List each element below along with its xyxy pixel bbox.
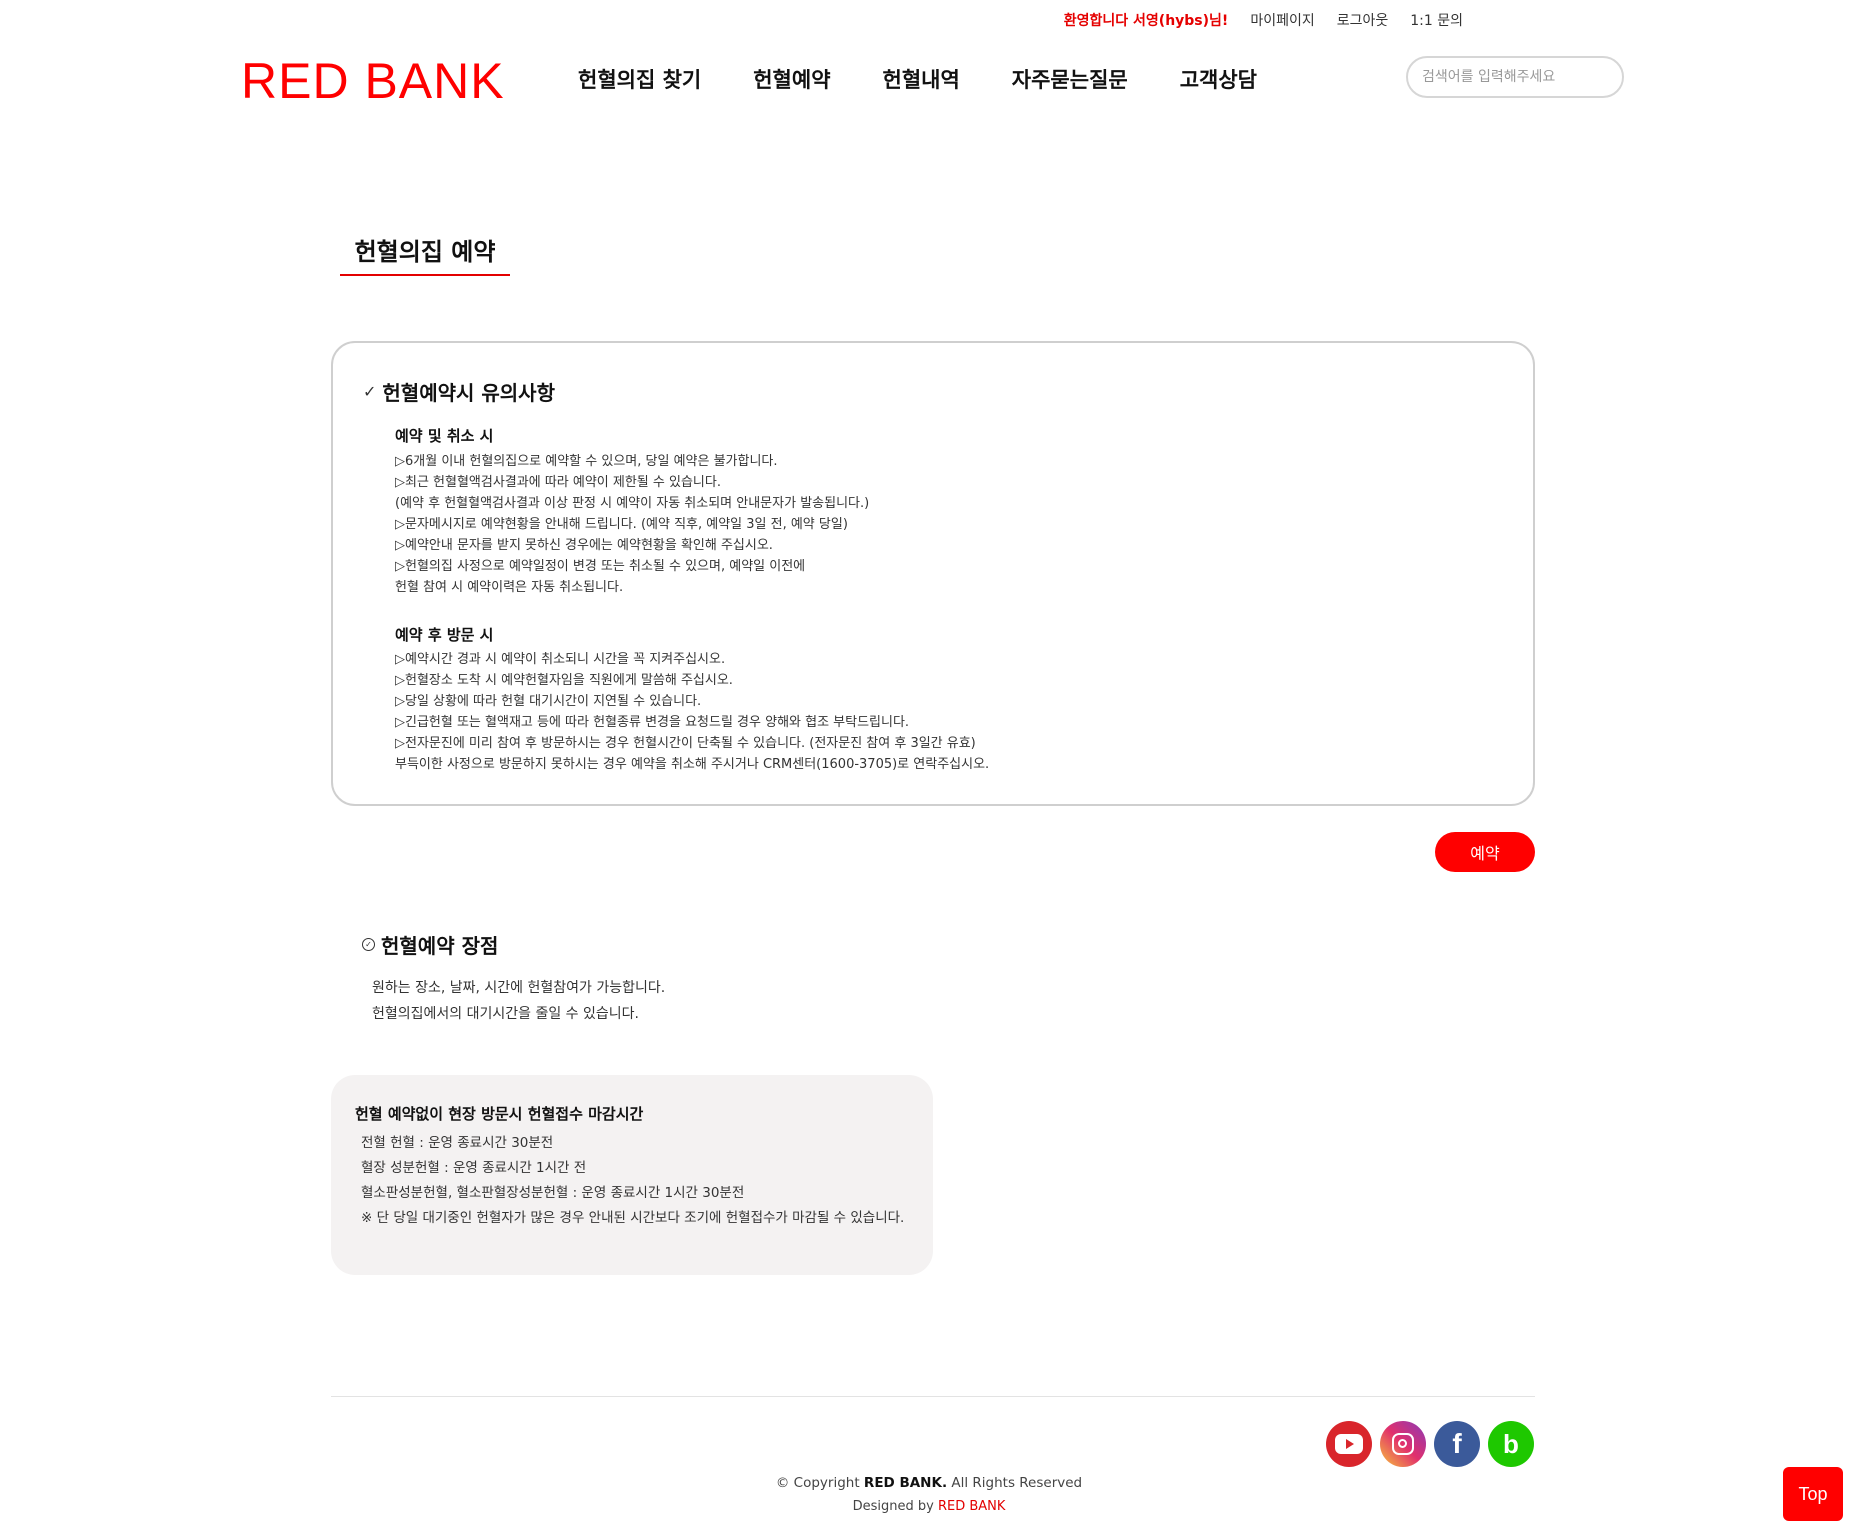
list-item: 혈소판성분헌혈, 혈소판혈장성분헌혈 : 운영 종료시간 1시간 30분전 — [361, 1185, 745, 1201]
reserve-button[interactable]: 예약 — [1435, 832, 1535, 872]
designed-brand: RED BANK — [937, 1499, 1006, 1514]
notice-box: ✓ 헌혈예약시 유의사항 예약 및 취소 시 ▷6개월 이내 헌혈의집으로 예약… — [331, 341, 1535, 806]
footer-divider — [331, 1396, 1535, 1397]
merits-list: 원하는 장소, 날짜, 시간에 헌혈참여가 가능합니다. 헌혈의집에서의 대기시… — [372, 975, 665, 1027]
list-item: ▷당일 상황에 따라 헌혈 대기시간이 지연될 수 있습니다. — [395, 694, 702, 709]
copyright-suffix: All Rights Reserved — [947, 1475, 1083, 1491]
list-item: 부득이한 사정으로 방문하지 못하시는 경우 예약을 취소해 주시거나 CRM센… — [395, 757, 990, 772]
deadline-box: 헌혈 예약없이 현장 방문시 헌혈접수 마감시간 전혈 헌혈 : 운영 종료시간… — [331, 1075, 933, 1275]
merits-heading: ✓ 헌혈예약 장점 — [362, 930, 498, 959]
scroll-top-button[interactable]: Top — [1783, 1467, 1843, 1521]
section-title-visit: 예약 후 방문 시 — [395, 626, 494, 644]
copyright: © Copyright RED BANK. All Rights Reserve… — [0, 1475, 1858, 1491]
sns-links: f b — [1326, 1421, 1534, 1467]
list-item: 헌혈 참여 시 예약이력은 자동 취소됩니다. — [395, 580, 624, 595]
logo[interactable]: RED BANK — [241, 52, 505, 110]
list-item: 헌혈의집에서의 대기시간을 줄일 수 있습니다. — [372, 1006, 639, 1022]
list-item: ▷문자메시지로 예약현황을 안내해 드립니다. (예약 직후, 예약일 3일 전… — [395, 517, 848, 532]
section-lines-visit: ▷예약시간 경과 시 예약이 취소되니 시간을 꼭 지켜주십시오. ▷헌혈장소 … — [395, 649, 989, 775]
nav-history[interactable]: 헌혈내역 — [883, 64, 960, 94]
section-title-cancel: 예약 및 취소 시 — [395, 427, 494, 445]
deadline-title: 헌혈 예약없이 현장 방문시 헌혈접수 마감시간 — [355, 1105, 644, 1123]
deadline-list: 전혈 헌혈 : 운영 종료시간 30분전 혈장 성분헌혈 : 운영 종료시간 1… — [361, 1131, 921, 1231]
welcome-message: 환영합니다 서영(hybs)님! — [1063, 13, 1229, 29]
circle-check-icon: ✓ — [362, 938, 375, 951]
designed-prefix: Designed by — [852, 1499, 938, 1514]
top-utility-bar: 환영합니다 서영(hybs)님! 마이페이지 로그아웃 1:1 문의 — [1064, 10, 1463, 30]
list-item: ▷긴급헌혈 또는 혈액재고 등에 따라 헌혈종류 변경을 요청드릴 경우 양해와… — [395, 715, 910, 730]
list-item: ▷헌혈장소 도착 시 예약헌혈자임을 직원에게 말씀해 주십시오. — [395, 673, 733, 688]
list-item: ▷예약시간 경과 시 예약이 취소되니 시간을 꼭 지켜주십시오. — [395, 652, 726, 667]
facebook-icon[interactable]: f — [1434, 1421, 1480, 1467]
notice-heading-text: 헌혈예약시 유의사항 — [382, 381, 555, 405]
notice-heading: ✓ 헌혈예약시 유의사항 — [363, 377, 555, 406]
copyright-prefix: © Copyright — [775, 1475, 864, 1491]
nav-reservation[interactable]: 헌혈예약 — [753, 64, 830, 94]
mypage-link[interactable]: 마이페이지 — [1250, 10, 1314, 30]
check-icon: ✓ — [363, 382, 377, 401]
list-item: (예약 후 헌혈혈액검사결과 이상 판정 시 예약이 자동 취소되며 안내문자가… — [395, 496, 870, 511]
section-lines-cancel: ▷6개월 이내 헌혈의집으로 예약할 수 있으며, 당일 예약은 불가합니다. … — [395, 451, 869, 598]
list-item: ▷6개월 이내 헌혈의집으로 예약할 수 있으며, 당일 예약은 불가합니다. — [395, 454, 778, 469]
merits-heading-text: 헌혈예약 장점 — [381, 934, 499, 958]
band-icon[interactable]: b — [1488, 1421, 1534, 1467]
nav-find-center[interactable]: 헌혈의집 찾기 — [578, 64, 701, 94]
page-title: 헌혈의집 예약 — [340, 232, 510, 276]
list-item: ▷헌혈의집 사정으로 예약일정이 변경 또는 취소될 수 있으며, 예약일 이전… — [395, 559, 806, 574]
nav-faq[interactable]: 자주묻는질문 — [1012, 64, 1128, 94]
nav-support[interactable]: 고객상담 — [1180, 64, 1257, 94]
search-input[interactable] — [1406, 56, 1624, 98]
list-item: ▷최근 헌혈혈액검사결과에 따라 예약이 제한될 수 있습니다. — [395, 475, 721, 490]
designed-by: Designed by RED BANK — [0, 1499, 1858, 1514]
list-item: 혈장 성분헌혈 : 운영 종료시간 1시간 전 — [361, 1160, 587, 1176]
instagram-icon[interactable] — [1380, 1421, 1426, 1467]
youtube-icon[interactable] — [1326, 1421, 1372, 1467]
logout-link[interactable]: 로그아웃 — [1337, 10, 1389, 30]
inquiry-link[interactable]: 1:1 문의 — [1410, 10, 1463, 30]
main-nav: 헌혈의집 찾기 헌혈예약 헌혈내역 자주묻는질문 고객상담 — [578, 64, 1257, 94]
list-item: ▷전자문진에 미리 참여 후 방문하시는 경우 헌혈시간이 단축될 수 있습니다… — [395, 736, 976, 751]
copyright-brand: RED BANK. — [863, 1475, 948, 1491]
list-item: 전혈 헌혈 : 운영 종료시간 30분전 — [361, 1135, 554, 1151]
list-item: ▷예약안내 문자를 받지 못하신 경우에는 예약현황을 확인해 주십시오. — [395, 538, 773, 553]
list-item: ※ 단 당일 대기중인 헌혈자가 많은 경우 안내된 시간보다 조기에 헌혈접수… — [361, 1210, 905, 1226]
list-item: 원하는 장소, 날짜, 시간에 헌혈참여가 가능합니다. — [372, 980, 666, 996]
